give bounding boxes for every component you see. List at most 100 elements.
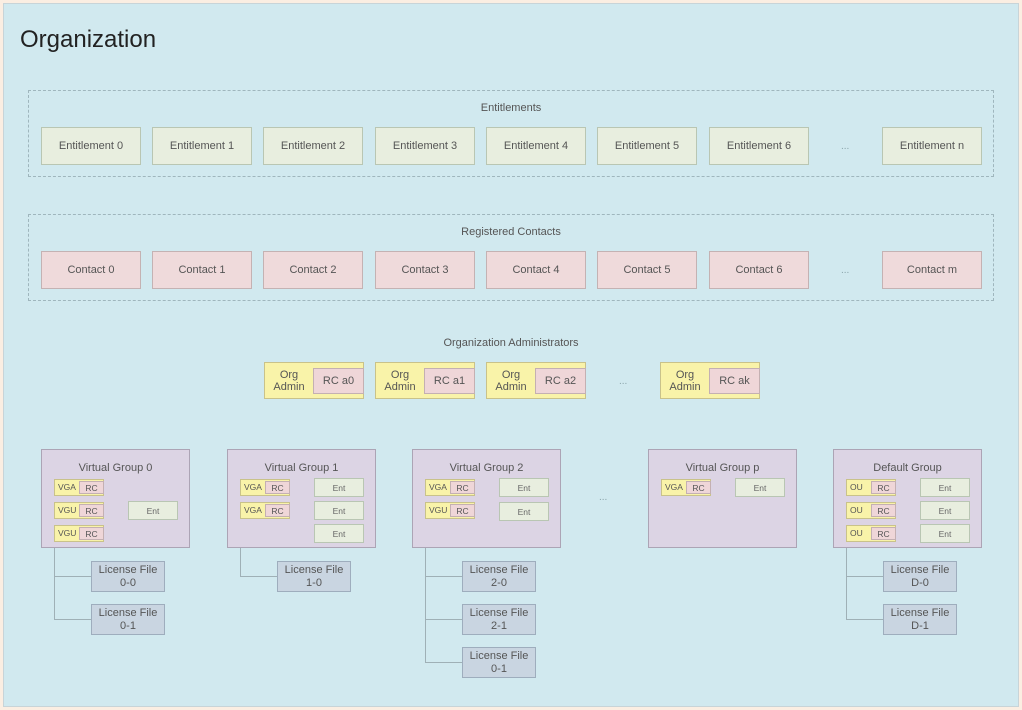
entitlement-box[interactable]: Entitlement 0 <box>41 127 141 165</box>
group-title: Virtual Group p <box>685 462 760 474</box>
registered-contact-ref[interactable]: RC a1 <box>424 368 475 394</box>
virtual-group[interactable]: Virtual Group 2 VGA RC VGU RC Ent Ent <box>412 449 561 548</box>
group-entitlement[interactable]: Ent <box>499 478 549 497</box>
group-member[interactable]: VGU RC <box>54 502 104 519</box>
org-admin-box[interactable]: Org Admin RC ak <box>660 362 760 399</box>
virtual-group[interactable]: Default Group OU RC OU RC OU RC Ent Ent Ent <box>833 449 982 548</box>
group-member[interactable]: OU RC <box>846 502 896 519</box>
entitlement-box[interactable]: Entitlement 6 <box>709 127 809 165</box>
member-rc: RC <box>79 504 104 517</box>
contact-box-last[interactable]: Contact m <box>882 251 982 289</box>
license-file[interactable]: License File 0-0 <box>91 561 165 592</box>
group-member[interactable]: VGA RC <box>425 479 475 496</box>
member-role: VGU <box>58 528 77 538</box>
license-file-label: License File 2-1 <box>469 607 529 632</box>
diagram-title: Organization <box>20 26 157 53</box>
license-file[interactable]: License File D-0 <box>883 561 957 592</box>
group-title: Default Group <box>873 462 942 474</box>
entitlement-box-last[interactable]: Entitlement n <box>882 127 982 165</box>
connector-line <box>846 548 847 619</box>
member-role: VGA <box>58 482 76 492</box>
connector-line <box>54 576 91 577</box>
license-file[interactable]: License File 0-1 <box>462 647 536 678</box>
license-file[interactable]: License File D-1 <box>883 604 957 635</box>
contact-box[interactable]: Contact 0 <box>41 251 141 289</box>
connector-line <box>425 576 462 577</box>
member-rc: RC <box>686 481 711 494</box>
org-admin-role-line2: Admin <box>384 380 416 393</box>
org-admin-role-line2: Admin <box>495 380 527 393</box>
group-member[interactable]: VGA RC <box>661 479 711 496</box>
contact-box[interactable]: Contact 5 <box>597 251 697 289</box>
group-member[interactable]: VGA RC <box>240 479 290 496</box>
member-rc: RC <box>265 481 290 494</box>
entitlement-box[interactable]: Entitlement 2 <box>263 127 363 165</box>
contact-box[interactable]: Contact 6 <box>709 251 809 289</box>
license-file-label: License File 0-1 <box>98 607 158 632</box>
virtual-group[interactable]: Virtual Group 1 VGA RC VGA RC Ent Ent Ent <box>227 449 376 548</box>
org-admin-box[interactable]: Org Admin RC a2 <box>486 362 586 399</box>
connector-line <box>425 662 462 663</box>
group-title: Virtual Group 0 <box>78 462 153 474</box>
org-admin-role: Org Admin <box>487 363 535 398</box>
member-role: VGU <box>58 505 77 515</box>
group-member[interactable]: VGA RC <box>240 502 290 519</box>
connector-line <box>846 619 883 620</box>
entitlement-box[interactable]: Entitlement 3 <box>375 127 475 165</box>
license-file-label: License File D-1 <box>890 607 950 632</box>
group-member[interactable]: OU RC <box>846 479 896 496</box>
license-file[interactable]: License File 0-1 <box>91 604 165 635</box>
registered-contact-ref[interactable]: RC ak <box>709 368 760 394</box>
member-role: OU <box>850 528 863 538</box>
license-file[interactable]: License File 2-0 <box>462 561 536 592</box>
contact-box[interactable]: Contact 1 <box>152 251 252 289</box>
group-entitlement[interactable]: Ent <box>735 478 785 497</box>
group-member[interactable]: OU RC <box>846 525 896 542</box>
registered-contact-ref[interactable]: RC a0 <box>313 368 364 394</box>
virtual-group[interactable]: Virtual Group 0 VGA RC VGU RC VGU RC Ent <box>41 449 190 548</box>
group-title: Virtual Group 1 <box>264 462 339 474</box>
entitlement-box[interactable]: Entitlement 5 <box>597 127 697 165</box>
org-admin-role-line1: Org <box>501 368 521 381</box>
member-role: VGA <box>244 505 262 515</box>
group-entitlement[interactable]: Ent <box>920 478 970 497</box>
admins-ellipsis: ... <box>619 376 628 387</box>
group-entitlement[interactable]: Ent <box>314 478 364 497</box>
org-admin-box[interactable]: Org Admin RC a0 <box>264 362 364 399</box>
groups-ellipsis: ... <box>599 492 608 503</box>
group-member[interactable]: VGA RC <box>54 479 104 496</box>
group-member[interactable]: VGU RC <box>54 525 104 542</box>
entitlement-box[interactable]: Entitlement 4 <box>486 127 586 165</box>
entitlements-label: Entitlements <box>480 102 542 114</box>
org-admin-role: Org Admin <box>376 363 424 398</box>
entitlement-box[interactable]: Entitlement 1 <box>152 127 252 165</box>
member-role: VGA <box>244 482 262 492</box>
license-file-label: License File 1-0 <box>284 564 344 589</box>
member-rc: RC <box>871 504 896 517</box>
license-file[interactable]: License File 1-0 <box>277 561 351 592</box>
contact-box[interactable]: Contact 3 <box>375 251 475 289</box>
group-entitlement[interactable]: Ent <box>128 501 178 520</box>
admins-label: Organization Administrators <box>443 337 579 349</box>
org-admin-role: Org Admin <box>265 363 313 398</box>
license-file-label: License File 2-0 <box>469 564 529 589</box>
virtual-group[interactable]: Virtual Group p VGA RC Ent <box>648 449 797 548</box>
group-entitlement[interactable]: Ent <box>920 501 970 520</box>
member-rc: RC <box>265 504 290 517</box>
org-admin-box[interactable]: Org Admin RC a1 <box>375 362 475 399</box>
contacts-label: Registered Contacts <box>461 226 561 238</box>
group-entitlement[interactable]: Ent <box>314 501 364 520</box>
license-file[interactable]: License File 2-1 <box>462 604 536 635</box>
registered-contact-ref[interactable]: RC a2 <box>535 368 586 394</box>
connector-line <box>240 576 277 577</box>
connector-line <box>425 548 426 662</box>
group-entitlement[interactable]: Ent <box>499 502 549 521</box>
contact-box[interactable]: Contact 4 <box>486 251 586 289</box>
contact-box[interactable]: Contact 2 <box>263 251 363 289</box>
group-member[interactable]: VGU RC <box>425 502 475 519</box>
org-admin-role-line1: Org <box>390 368 410 381</box>
group-entitlement[interactable]: Ent <box>920 524 970 543</box>
group-entitlement[interactable]: Ent <box>314 524 364 543</box>
org-admin-role-line2: Admin <box>273 380 305 393</box>
license-file-label: License File D-0 <box>890 564 950 589</box>
